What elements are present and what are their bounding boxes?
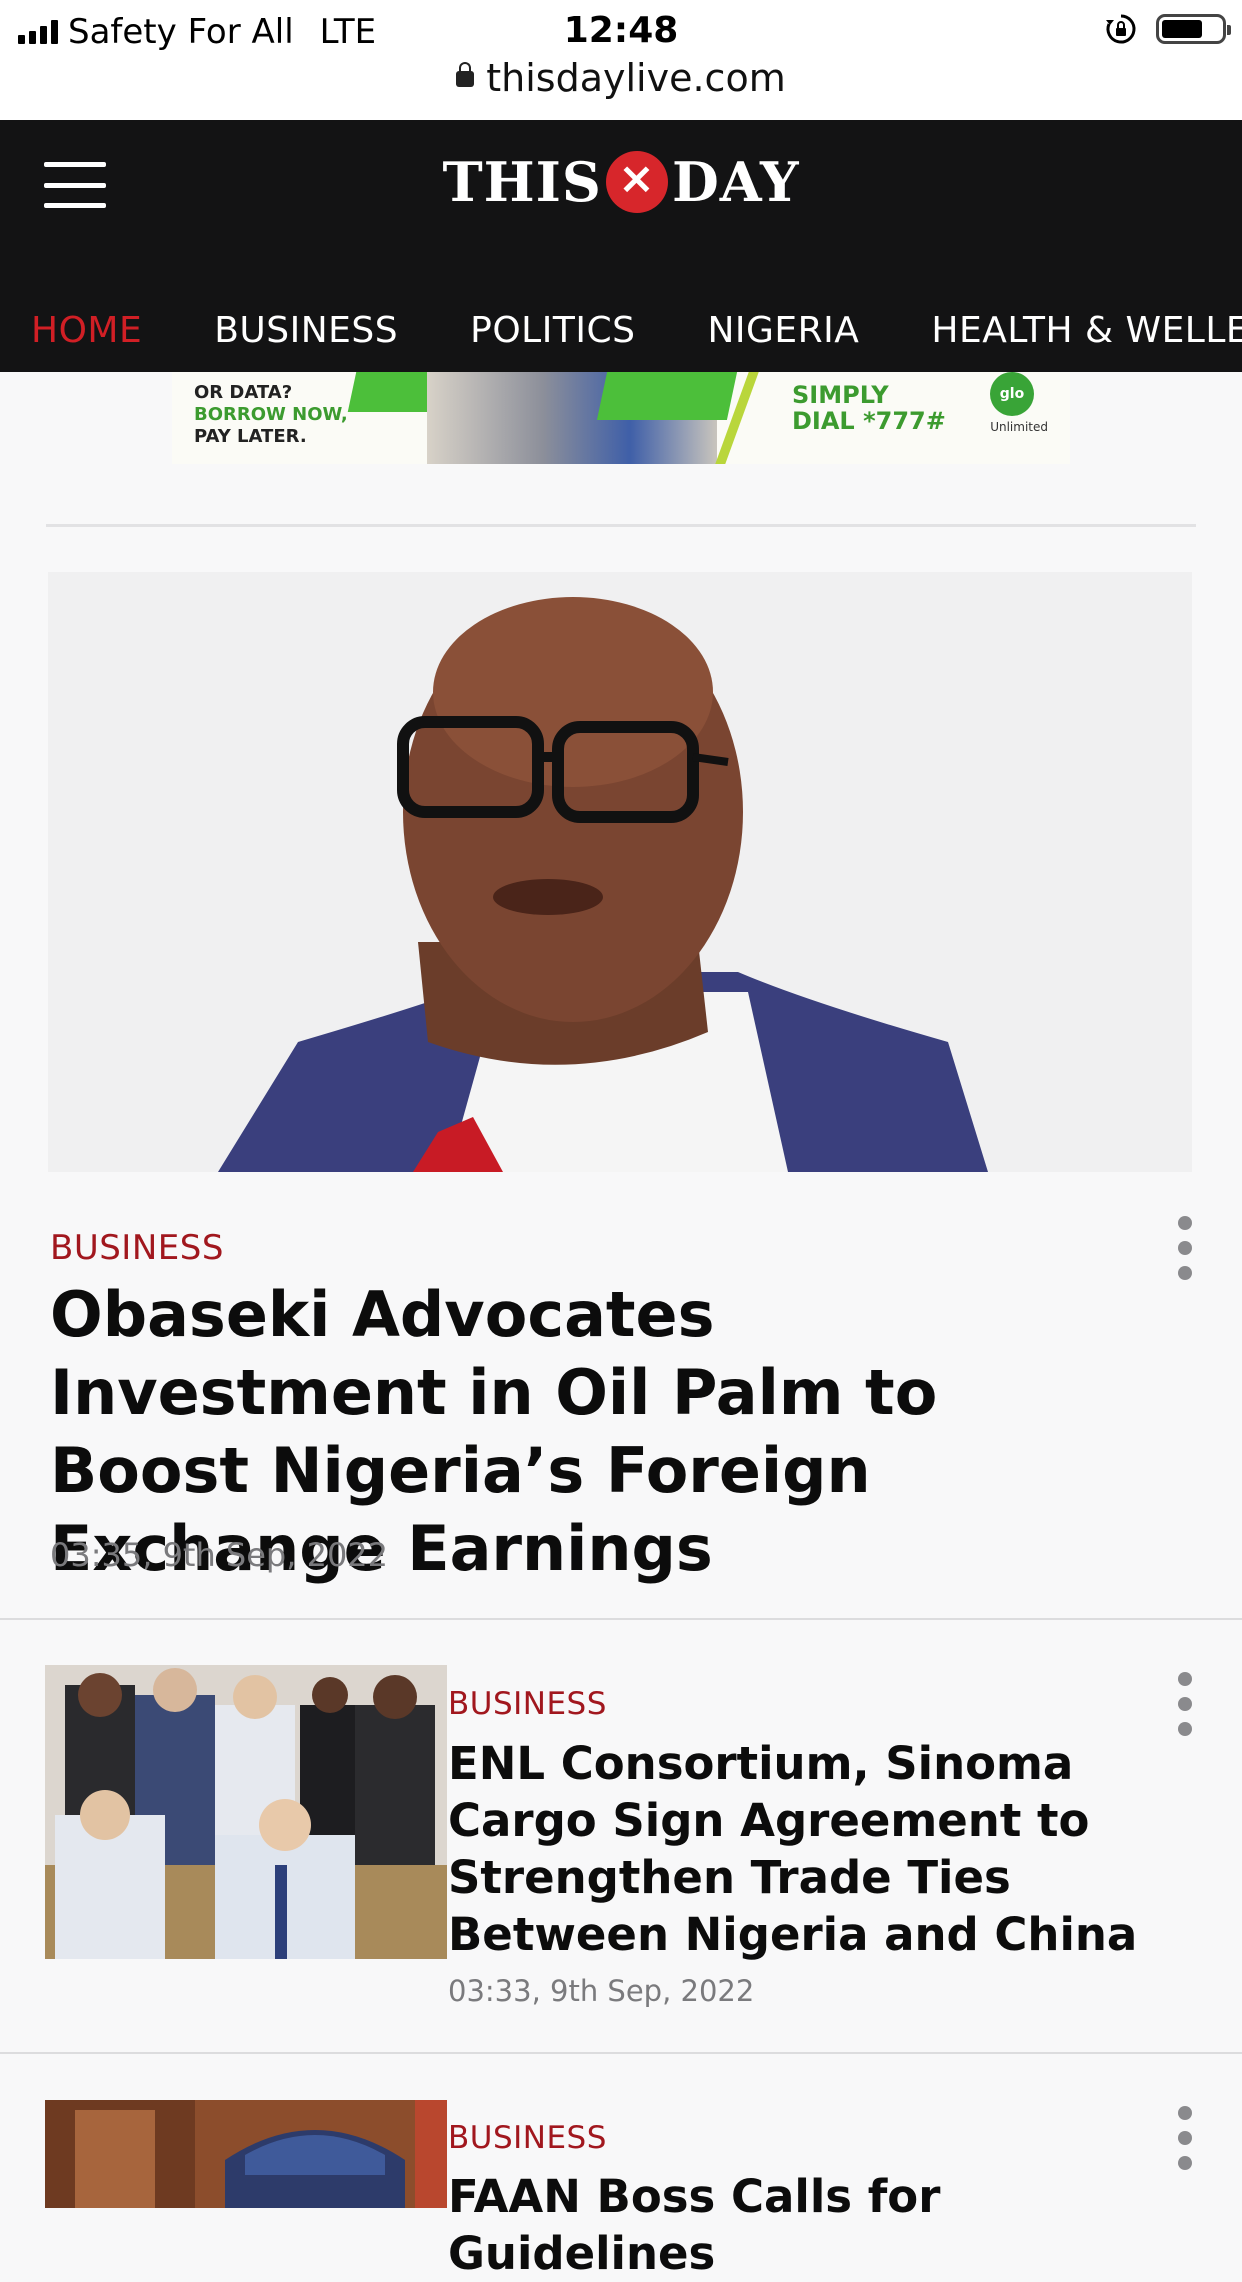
nav-item-nigeria[interactable]: NIGERIA (707, 310, 859, 351)
glo-logo-icon: glo (990, 372, 1034, 416)
ad-banner[interactable]: OR DATA? BORROW NOW, PAY LATER. SIMPLY D… (172, 372, 1070, 464)
nav-item-politics[interactable]: POLITICS (470, 310, 635, 351)
article-category[interactable]: BUSINESS (448, 1686, 607, 1722)
article-category[interactable]: BUSINESS (448, 2120, 607, 2156)
more-options-icon[interactable] (1175, 1672, 1195, 1736)
ad-text-3: PAY LATER. (194, 426, 307, 447)
more-options-icon[interactable] (1175, 1216, 1195, 1280)
article-title[interactable]: ENL Consortium, Sinoma Cargo Sign Agreem… (448, 1735, 1200, 1963)
divider (0, 2052, 1242, 2054)
more-options-icon[interactable] (1175, 2106, 1195, 2170)
site-header: THIS DAY HOME BUSINESS POLITICS NIGERIA … (0, 120, 1242, 372)
ad-dial-text-2: DIAL *777# (792, 407, 946, 435)
nav-item-business[interactable]: BUSINESS (214, 310, 398, 351)
ad-left-copy: OR DATA? BORROW NOW, PAY LATER. (194, 382, 348, 448)
nav-item-health-wellness[interactable]: HEALTH & WELLE (931, 310, 1242, 351)
ad-dial-copy: SIMPLY DIAL *777# (792, 382, 946, 434)
address-bar[interactable]: thisdaylive.com (0, 56, 1242, 100)
logo-text-right: DAY (671, 150, 800, 214)
ad-dial-text-1: SIMPLY (792, 381, 889, 409)
ad-green-banner (596, 372, 738, 420)
status-time: 12:48 (563, 10, 679, 51)
lead-article-image[interactable] (48, 572, 1192, 1172)
ad-text-2: BORROW NOW, (194, 404, 348, 425)
lead-article-time: 03:35, 9th Sep, 2022 (50, 1536, 389, 1574)
url-text: thisdaylive.com (486, 56, 786, 100)
lead-article-category[interactable]: BUSINESS (50, 1228, 224, 1268)
divider (0, 1618, 1242, 1620)
article-thumbnail[interactable] (45, 1665, 447, 1959)
rotation-lock-icon (1106, 14, 1136, 44)
glo-tagline: Unlimited (990, 420, 1048, 434)
status-right (1104, 12, 1231, 46)
site-logo[interactable]: THIS DAY (0, 150, 1242, 214)
article-time: 03:33, 9th Sep, 2022 (448, 1974, 755, 2008)
nav-item-home[interactable]: HOME (31, 310, 142, 351)
article-title[interactable]: FAAN Boss Calls for Guidelines (448, 2168, 1200, 2282)
article-thumbnail[interactable] (45, 2100, 447, 2208)
status-bar: Safety For All LTE 12:48 thisdaylive.com (0, 0, 1242, 120)
lock-icon (456, 61, 475, 87)
category-nav: HOME BUSINESS POLITICS NIGERIA HEALTH & … (0, 290, 1242, 370)
logo-emblem-icon (605, 151, 668, 213)
battery-icon (1156, 14, 1231, 44)
divider (46, 524, 1196, 527)
logo-text-left: THIS (442, 150, 602, 214)
ad-text-1: OR DATA? (194, 382, 293, 403)
